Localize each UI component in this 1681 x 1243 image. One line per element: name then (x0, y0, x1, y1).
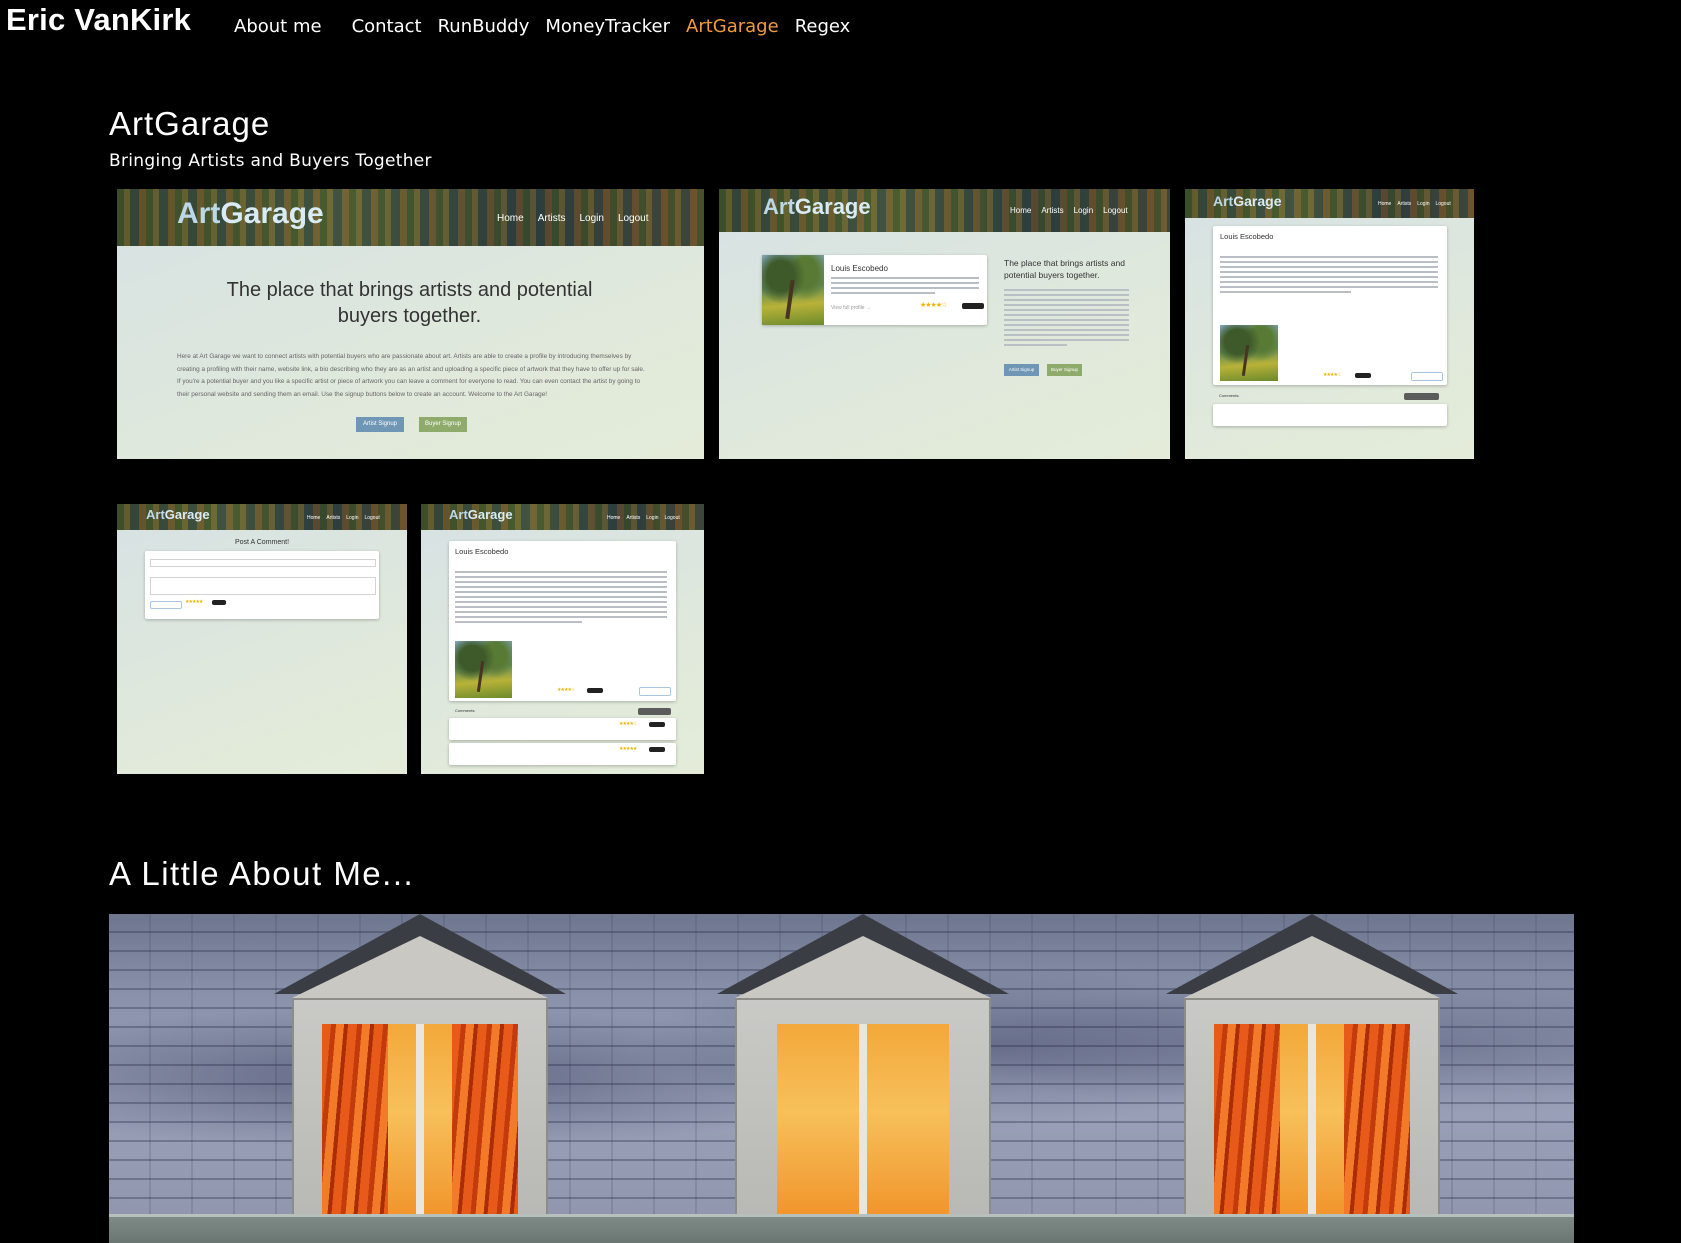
nav-about-me[interactable]: About me (234, 16, 322, 37)
profile-bio-lines (455, 571, 667, 626)
update-profile-button[interactable] (1411, 372, 1443, 381)
comments-label: Comments: (1219, 393, 1240, 398)
about-photo (109, 914, 1574, 1243)
view-artwork-button[interactable] (962, 303, 984, 309)
artgarage-logo: ArtGarage (146, 507, 210, 522)
artgarage-logo: ArtGarage (177, 197, 324, 230)
home-body-lines (1004, 289, 1129, 349)
profile-bio-lines (1220, 256, 1438, 296)
view-profile-link[interactable]: View full profile → (831, 305, 871, 311)
screenshot-artist-profile[interactable]: ArtGarage Home Artists Login Logout Louis E… (1185, 189, 1474, 459)
leave-comment-button[interactable] (638, 708, 671, 715)
project-subtitle: Bringing Artists and Buyers Together (109, 151, 432, 171)
profile-card: Louis Escobedo ★★★★☆ (449, 541, 676, 701)
dormer-window (1166, 914, 1458, 1243)
nav-moneytracker[interactable]: MoneyTracker (545, 16, 670, 37)
artist-signup-button[interactable]: Artist Signup (356, 417, 404, 432)
view-artwork-button[interactable] (587, 688, 603, 693)
screenshot-nav: Home Artists Login Logout (1010, 206, 1128, 215)
comment-title-input[interactable] (150, 559, 376, 567)
home-headline: The place that brings artists and potent… (226, 279, 593, 327)
profile-card: Louis Escobedo ★★★★☆ (1213, 226, 1447, 385)
view-artwork-button[interactable] (1355, 373, 1371, 378)
site-brand[interactable]: Eric VanKirk (6, 2, 191, 38)
nav-regex[interactable]: Regex (795, 16, 851, 37)
artgarage-logo: ArtGarage (449, 507, 513, 522)
artist-card[interactable]: Louis Escobedo View full profile → ★★★★☆ (762, 255, 987, 325)
edit-comment-button[interactable] (649, 747, 665, 752)
cancel-button[interactable] (150, 601, 182, 609)
artist-name: Louis Escobedo (831, 264, 888, 273)
leave-comment-button[interactable] (1404, 393, 1439, 400)
screenshot-nav: Home Artists Login Logout (497, 213, 649, 224)
home-body: Here at Art Garage we want to connect ar… (177, 353, 645, 398)
buyer-signup-button[interactable]: Buyer Signup (419, 417, 467, 432)
artist-bio-lines (831, 277, 979, 297)
nav-artgarage[interactable]: ArtGarage (686, 16, 779, 37)
artist-name: Louis Escobedo (1220, 232, 1274, 241)
comment-card: ★★★★☆ (449, 718, 676, 740)
rating-stars[interactable]: ★★★★★ (185, 599, 203, 605)
about-title: A Little About Me... (109, 855, 415, 892)
comment-form-card: ★★★★★ (145, 551, 379, 619)
dormer-window (274, 914, 566, 1243)
artwork-image (455, 641, 512, 698)
update-profile-button[interactable] (639, 687, 671, 696)
comment-form-title: Post A Comment! (234, 539, 290, 546)
comment-rating-stars: ★★★★★ (619, 746, 637, 752)
screenshot-nav: Home Artists Login Logout (307, 515, 380, 521)
screenshot-home[interactable]: ArtGarage Home Artists Login Logout The pla… (117, 189, 704, 459)
artwork-image (1220, 325, 1278, 381)
artist-signup-button[interactable]: Artist Signup (1004, 364, 1039, 376)
rating-stars: ★★★★☆ (557, 687, 575, 693)
buyer-signup-button[interactable]: Buyer Signup (1047, 364, 1082, 376)
home-headline-small: The place that brings artists and potent… (1004, 258, 1125, 280)
artgarage-logo: ArtGarage (1213, 193, 1282, 209)
submit-button[interactable] (212, 600, 226, 605)
artgarage-logo: ArtGarage (763, 194, 871, 219)
screenshot-nav: Home Artists Login Logout (1378, 201, 1451, 207)
rating-stars: ★★★★☆ (920, 301, 947, 309)
screenshot-post-comment[interactable]: ArtGarage Home Artists Login Logout Post A … (117, 504, 407, 774)
screenshot-home-artist[interactable]: ArtGarage Home Artists Login Logout Louis E… (719, 189, 1170, 459)
dormer-window (717, 914, 1009, 1243)
artwork-image (762, 255, 824, 325)
comments-label: Comments: (455, 708, 476, 713)
comment-rating-stars: ★★★★☆ (619, 721, 637, 727)
screenshot-profile-comments[interactable]: ArtGarage Home Artists Login Logout Louis E… (421, 504, 704, 774)
nav-contact[interactable]: Contact (352, 16, 422, 37)
nav-runbuddy[interactable]: RunBuddy (438, 16, 530, 37)
rating-stars: ★★★★☆ (1323, 372, 1341, 378)
comment-card (1213, 404, 1447, 426)
comment-card: ★★★★★ (449, 743, 676, 765)
main-nav: About me Contact RunBuddy MoneyTracker A… (234, 16, 866, 37)
comment-body-input[interactable] (150, 577, 376, 595)
edit-comment-button[interactable] (649, 722, 665, 727)
screenshot-nav: Home Artists Login Logout (607, 515, 680, 521)
project-title: ArtGarage (109, 105, 271, 142)
artist-name: Louis Escobedo (455, 547, 509, 556)
